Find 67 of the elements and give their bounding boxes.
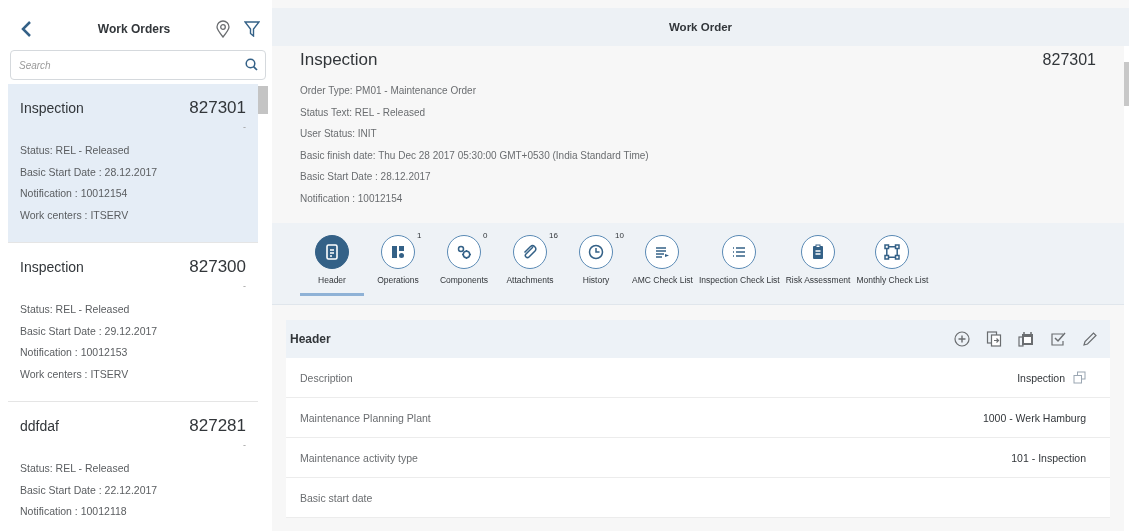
tab[interactable]: Monthly Check List — [854, 235, 931, 296]
field-label: Description — [300, 371, 353, 384]
add-button[interactable] — [952, 329, 972, 349]
list-item[interactable]: Inspection 827301 - Status: REL - Released Basic Start Date : 28.12.2017 Notification : 10012154 Work centers : ITSERV — [8, 84, 258, 243]
location-pin-button[interactable] — [214, 18, 232, 40]
item-detail: Notification : 10012153 — [20, 345, 129, 360]
item-detail: Basic Start Date : 29.12.2017 — [20, 323, 159, 339]
field-value: Inspection — [1017, 371, 1065, 384]
tab[interactable]: AMC Check List — [630, 235, 695, 296]
field-value: 101 - Inspection — [1011, 451, 1086, 464]
item-number: 827281 — [189, 416, 246, 436]
field-label: Maintenance activity type — [300, 451, 418, 464]
object-attribute: Order Type: PM01 - Maintenance Order — [300, 84, 477, 98]
item-detail: Basic Start Date : 22.12.2017 — [20, 482, 159, 498]
object-attribute: Basic finish date: Thu Dec 28 2017 05:30:00 GMT+0530 (India Standard Time) — [300, 148, 650, 163]
item-title: Inspection — [20, 259, 84, 275]
object-title: Inspection — [300, 50, 378, 70]
document-icon — [315, 235, 349, 269]
search-field[interactable]: Search — [10, 50, 266, 80]
list-icon — [722, 235, 757, 269]
paperclip-icon — [513, 235, 547, 269]
item-marker: - — [243, 122, 246, 132]
copy-icon — [1073, 371, 1086, 384]
item-detail: Status: REL - Released — [20, 143, 131, 158]
list-icon — [645, 235, 680, 269]
object-attribute: Notification : 10012154 — [300, 191, 404, 206]
calendar-button[interactable] — [1016, 329, 1036, 349]
connector-icon — [875, 235, 910, 269]
item-number: 827301 — [189, 98, 246, 118]
object-attribute: Status Text: REL - Released — [300, 105, 427, 120]
item-detail: Status: REL - Released — [20, 461, 131, 476]
tab[interactable]: Inspection Check List — [696, 235, 782, 296]
edit-button[interactable] — [1080, 329, 1100, 349]
tab[interactable]: Header — [300, 235, 364, 296]
field-label: Maintenance Planning Plant — [300, 411, 431, 424]
item-detail: Status: REL - Released — [20, 302, 131, 317]
tab[interactable]: 1 Operations — [366, 235, 430, 296]
tab[interactable]: 16 Attachments — [498, 235, 562, 296]
item-marker: - — [243, 281, 246, 291]
object-attribute: User Status: INIT — [300, 127, 378, 141]
item-marker: - — [243, 440, 246, 450]
field-label: Basic start date — [300, 491, 373, 504]
item-detail: Work centers : ITSERV — [20, 207, 130, 223]
clipboard-icon — [801, 235, 836, 269]
item-number: 827300 — [189, 257, 246, 277]
section-title: Header — [290, 332, 331, 346]
object-attribute: Basic Start Date : 28.12.2017 — [300, 170, 432, 184]
item-title: Inspection — [20, 100, 84, 116]
item-detail: Notification : 10012118 — [20, 504, 128, 519]
object-number: 827301 — [1042, 51, 1096, 69]
filter-button[interactable] — [242, 19, 262, 39]
item-title: ddfdaf — [20, 418, 59, 434]
item-detail: Notification : 10012154 — [20, 186, 129, 201]
tab[interactable]: 10 History — [564, 235, 628, 296]
item-detail: Work centers : ITSERV — [20, 366, 130, 382]
field-value: 1000 - Werk Hamburg — [982, 411, 1086, 424]
blocks-icon — [381, 235, 415, 269]
item-detail: Basic Start Date : 28.12.2017 — [20, 164, 159, 180]
page-title: Work Order — [668, 21, 733, 33]
page-title: Work Orders — [96, 22, 172, 36]
scrollbar[interactable] — [1124, 46, 1129, 531]
tab[interactable]: Risk Assessment — [783, 235, 853, 296]
clock-icon — [579, 235, 613, 269]
copy-button[interactable] — [984, 329, 1004, 349]
gears-icon — [447, 235, 481, 269]
tab[interactable]: 0 Components — [432, 235, 496, 296]
search-icon[interactable] — [245, 58, 258, 71]
